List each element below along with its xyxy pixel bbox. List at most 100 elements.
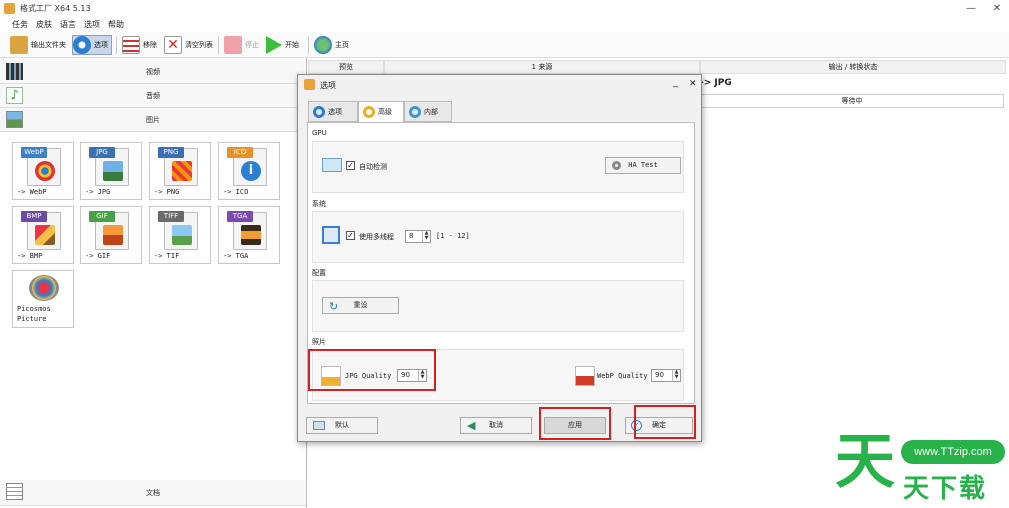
tab-advanced-label: 高级 (378, 108, 392, 116)
tab-options-label: 选项 (328, 107, 342, 116)
picosmos-icon (29, 275, 59, 301)
picosmos-tile[interactable]: Picosmos Picture (12, 270, 74, 328)
format-label: -> ICO (223, 188, 249, 196)
format-tag: TIFF (158, 211, 184, 222)
category-image[interactable]: 图片 (0, 108, 306, 132)
config-section-title: 配置 (312, 269, 326, 277)
column-output[interactable]: 输出 / 转换状态 (700, 60, 1006, 74)
stepper-arrows-icon[interactable]: ▲ ▼ (672, 370, 680, 381)
folder-icon (10, 36, 28, 54)
format-webp-tile[interactable]: WebP -> WebP (12, 142, 74, 200)
clear-list-button[interactable]: ✕ 清空列表 (164, 35, 213, 55)
format-tif-tile[interactable]: TIFF -> TIF (149, 206, 211, 264)
remove-button[interactable]: 移除 (122, 35, 157, 55)
category-video-label: 视频 (146, 68, 160, 76)
title-bar: 格式工厂 X64 5.13 — ✕ (0, 0, 1009, 18)
menu-options[interactable]: 选项 (84, 19, 100, 30)
format-label: -> TGA (223, 252, 249, 260)
cpu-icon (322, 226, 340, 244)
format-tag: TGA (227, 211, 253, 222)
play-icon (266, 36, 282, 54)
ha-test-label: HA Test (628, 161, 658, 169)
category-audio[interactable]: ♪ 音频 (0, 84, 306, 108)
format-png-tile[interactable]: PNG -> PNG (149, 142, 211, 200)
format-jpg-tile[interactable]: JPG -> JPG (80, 142, 142, 200)
thread-count-stepper[interactable]: 8 ▲ ▼ (405, 230, 431, 243)
minimize-button[interactable]: — (964, 2, 978, 16)
format-tag: PNG (158, 147, 184, 158)
clear-list-label: 清空列表 (185, 41, 213, 49)
category-video[interactable]: 视频 (0, 60, 306, 84)
column-preview[interactable]: 预览 (308, 60, 384, 74)
format-tag: GIF (89, 211, 115, 222)
config-section: ↻ 重设 (312, 280, 684, 332)
dialog-minimize-button[interactable]: _ (673, 77, 678, 88)
watermark-url: www.TTzip.com (901, 440, 1005, 464)
toolbar-divider (218, 36, 219, 54)
column-source[interactable]: 1 来源 (384, 60, 700, 74)
pattern-icon (172, 161, 192, 181)
system-section: ✓ 使用多线程 8 ▲ ▼ [1 - 12] (312, 211, 684, 263)
stop-button[interactable]: 停止 (224, 35, 259, 55)
dialog-close-button[interactable]: ✕ (689, 79, 697, 89)
stepper-arrows-icon[interactable]: ▲ ▼ (422, 231, 430, 242)
thread-count-value: 8 (409, 232, 414, 240)
format-tag: BMP (21, 211, 47, 222)
auto-detect-checkbox[interactable]: ✓ (346, 161, 355, 170)
output-folder-button[interactable]: 输出文件夹 (10, 35, 66, 55)
photo-section-title: 照片 (312, 338, 326, 346)
reset-button[interactable]: ↻ 重设 (322, 297, 399, 314)
auto-detect-label: 自动检测 (359, 163, 387, 171)
format-label: -> GIF (85, 252, 111, 260)
homepage-button[interactable]: 主页 (314, 35, 349, 55)
toolbar-divider (116, 36, 117, 54)
format-tag: JPG (89, 147, 115, 158)
picosmos-label: Picosmos (17, 305, 51, 313)
thread-range: [1 - 12] (436, 232, 470, 240)
back-arrow-icon: ◀ (467, 419, 476, 432)
picosmos-label-2: Picture (17, 315, 47, 323)
menu-skin[interactable]: 皮肤 (36, 19, 52, 30)
tab-internal[interactable]: 内部 (404, 101, 452, 122)
ha-test-button[interactable]: HA Test (605, 157, 681, 174)
format-bmp-tile[interactable]: BMP -> BMP (12, 206, 74, 264)
stop-label: 停止 (245, 41, 259, 49)
gpu-section-title: GPU (312, 129, 327, 137)
cancel-button[interactable]: ◀ 取消 (460, 417, 532, 434)
webp-quality-stepper[interactable]: 90 ▲ ▼ (651, 369, 681, 382)
format-tga-tile[interactable]: TGA -> TGA (218, 206, 280, 264)
highlight-jpg-quality (308, 349, 436, 391)
default-button[interactable]: 默认 (306, 417, 378, 434)
gear-icon (612, 161, 621, 170)
watermark-logo: 天 www.TTzip.com 天下载 (835, 430, 1009, 508)
tab-advanced[interactable]: 高级 (358, 101, 404, 123)
gear-icon (363, 106, 375, 118)
webp-file-icon (575, 366, 595, 386)
menu-language[interactable]: 语言 (60, 19, 76, 30)
start-button[interactable]: 开始 (266, 35, 299, 55)
task-status: 等待中 (700, 94, 1004, 108)
menu-help[interactable]: 帮助 (108, 19, 124, 30)
format-gif-tile[interactable]: GIF -> GIF (80, 206, 142, 264)
category-image-label: 图片 (146, 116, 160, 124)
watermark-text: 天下载 (903, 474, 988, 504)
category-document[interactable]: 文档 (0, 480, 306, 506)
system-section-title: 系统 (312, 200, 326, 208)
menu-task[interactable]: 任务 (12, 19, 28, 30)
info-icon: i (241, 161, 261, 181)
gear-icon (313, 105, 325, 118)
tab-options[interactable]: 选项 (308, 101, 358, 122)
start-label: 开始 (285, 41, 299, 49)
gpu-card-icon (322, 158, 342, 172)
format-ico-tile[interactable]: ICO i -> ICO (218, 142, 280, 200)
close-button[interactable]: ✕ (990, 2, 1004, 16)
highlight-ok (634, 405, 696, 439)
category-panel: 视频 ♪ 音频 图片 WebP -> WebP JPG -> JPG PNG -… (0, 58, 307, 508)
format-label: -> TIF (154, 252, 180, 260)
options-button[interactable]: 选项 (72, 35, 112, 55)
tab-internal-label: 内部 (424, 107, 438, 116)
gpu-section: ✓ 自动检测 HA Test (312, 141, 684, 193)
default-label: 默认 (335, 421, 349, 429)
remove-label: 移除 (143, 41, 157, 49)
multithread-checkbox[interactable]: ✓ (346, 231, 355, 240)
